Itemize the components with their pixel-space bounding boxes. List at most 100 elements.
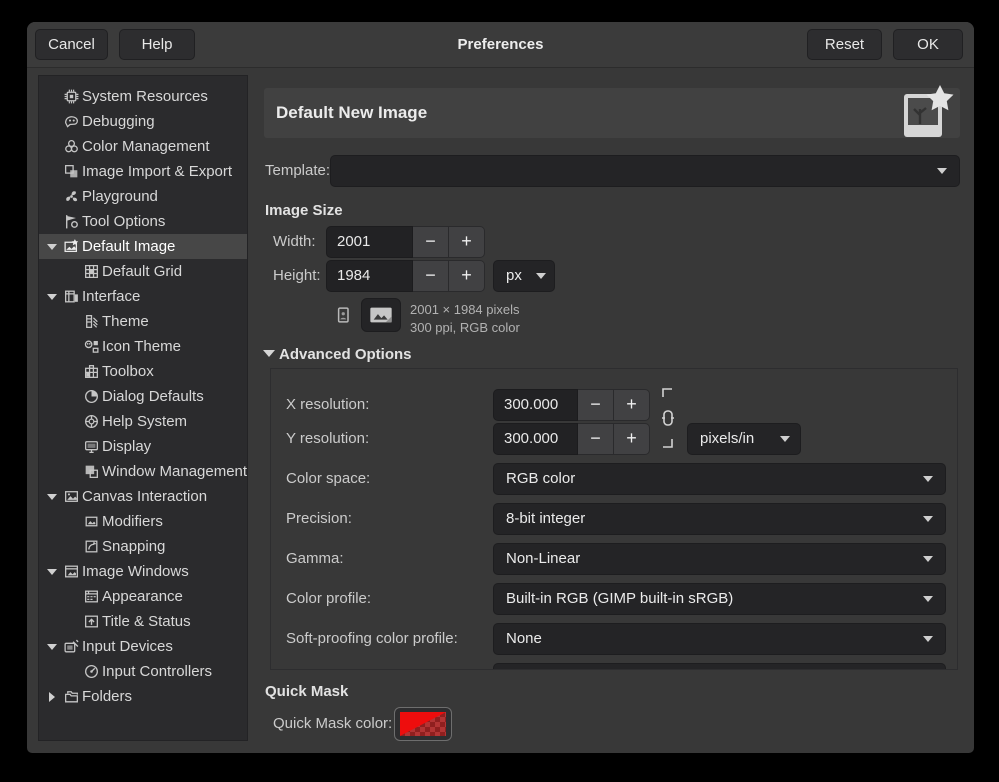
expander-right-icon[interactable] (45, 689, 63, 705)
preferences-tree: System ResourcesDebugging Color Managemen… (38, 75, 248, 741)
sidebar-item-label: Snapping (102, 538, 165, 555)
height-spinner: 1984 − + (326, 260, 485, 292)
sidebar-item-dialog-defaults[interactable]: Dialog Defaults (39, 384, 247, 409)
clipped-dropdown[interactable] (493, 663, 946, 670)
sidebar-item-debugging[interactable]: Debugging (39, 109, 247, 134)
precision-label: Precision: (286, 503, 352, 535)
sidebar-item-icon-theme[interactable]: Icon Theme (39, 334, 247, 359)
sidebar-item-system-resources[interactable]: System Resources (39, 84, 247, 109)
y-resolution-increment-button[interactable]: + (614, 423, 650, 455)
portrait-orientation-button[interactable] (327, 298, 359, 332)
display-icon (83, 438, 100, 455)
y-resolution-decrement-button[interactable]: − (578, 423, 614, 455)
sidebar-item-help-system[interactable]: Help System (39, 409, 247, 434)
expander-spacer (65, 439, 83, 455)
chevron-down-icon (923, 516, 933, 522)
sidebar-item-modifiers[interactable]: Modifiers (39, 509, 247, 534)
x-resolution-label: X resolution: (286, 389, 369, 421)
screen: { "window": { "title": "Preferences" }, … (0, 0, 999, 782)
expander-down-icon[interactable] (45, 564, 63, 580)
precision-dropdown[interactable]: 8-bit integer (493, 503, 946, 535)
y-resolution-input[interactable]: 300.000 (493, 423, 578, 455)
sidebar-item-default-grid[interactable]: Default Grid (39, 259, 247, 284)
sidebar-item-color-management[interactable]: Color Management (39, 134, 247, 159)
expander-spacer (45, 164, 63, 180)
color-profile-dropdown[interactable]: Built-in RGB (GIMP built-in sRGB) (493, 583, 946, 615)
cancel-button[interactable]: Cancel (35, 29, 108, 60)
sidebar-item-title-status[interactable]: Title & Status (39, 609, 247, 634)
resolution-chain-link-icon[interactable] (661, 387, 675, 462)
toolbox-icon (83, 363, 100, 380)
titlebar: Preferences Cancel Help Reset OK (27, 22, 974, 68)
height-decrement-button[interactable]: − (413, 260, 449, 292)
x-resolution-increment-button[interactable]: + (614, 389, 650, 421)
soft-proofing-profile-dropdown[interactable]: None (493, 623, 946, 655)
color-profile-value: Built-in RGB (GIMP built-in sRGB) (506, 584, 733, 614)
sidebar-item-snapping[interactable]: Snapping (39, 534, 247, 559)
template-dropdown[interactable] (330, 155, 960, 187)
expander-spacer (65, 364, 83, 380)
sidebar-item-image-import-export[interactable]: Image Import & Export (39, 159, 247, 184)
size-unit-dropdown[interactable]: px (493, 260, 555, 292)
expander-spacer (65, 389, 83, 405)
sidebar-item-label: Appearance (102, 588, 183, 605)
reset-button[interactable]: Reset (807, 29, 882, 60)
sidebar-item-playground[interactable]: Playground (39, 184, 247, 209)
sidebar-item-toolbox[interactable]: Toolbox (39, 359, 247, 384)
sidebar-item-label: Dialog Defaults (102, 388, 204, 405)
width-decrement-button[interactable]: − (413, 226, 449, 258)
input-devices-icon (63, 638, 80, 655)
y-resolution-label: Y resolution: (286, 423, 369, 455)
gamma-dropdown[interactable]: Non-Linear (493, 543, 946, 575)
expander-spacer (65, 464, 83, 480)
sidebar-item-label: Color Management (82, 138, 210, 155)
chevron-down-icon (923, 636, 933, 642)
x-resolution-input[interactable]: 300.000 (493, 389, 578, 421)
width-input[interactable]: 2001 (326, 226, 413, 258)
color-space-dropdown[interactable]: RGB color (493, 463, 946, 495)
chevron-down-icon (780, 436, 790, 442)
sidebar-item-input-devices[interactable]: Input Devices (39, 634, 247, 659)
expander-down-icon[interactable] (45, 289, 63, 305)
sidebar-item-label: Folders (82, 688, 132, 705)
sidebar-item-interface[interactable]: Interface (39, 284, 247, 309)
playground-icon (63, 188, 80, 205)
help-button[interactable]: Help (119, 29, 195, 60)
gamma-value: Non-Linear (506, 544, 580, 574)
expander-spacer (65, 589, 83, 605)
resolution-unit-dropdown[interactable]: pixels/in (687, 423, 801, 455)
sidebar-item-label: Toolbox (102, 363, 154, 380)
width-label: Width: (273, 226, 316, 258)
sidebar-item-default-image[interactable]: Default Image (39, 234, 247, 259)
width-spinner: 2001 − + (326, 226, 485, 258)
expander-down-icon[interactable] (45, 639, 63, 655)
height-increment-button[interactable]: + (449, 260, 485, 292)
snapping-icon (83, 538, 100, 555)
sidebar-item-canvas-interaction[interactable]: Canvas Interaction (39, 484, 247, 509)
landscape-orientation-button[interactable] (361, 298, 401, 332)
sidebar-item-window-management[interactable]: Window Management (39, 459, 247, 484)
advanced-options-expander-icon[interactable] (263, 350, 275, 357)
sidebar-item-tool-options[interactable]: Tool Options (39, 209, 247, 234)
quick-mask-color-label: Quick Mask color: (273, 708, 392, 740)
sidebar-item-image-windows[interactable]: Image Windows (39, 559, 247, 584)
width-increment-button[interactable]: + (449, 226, 485, 258)
quick-mask-color-button[interactable] (394, 707, 452, 741)
sidebar-item-input-controllers[interactable]: Input Controllers (39, 659, 247, 684)
expander-spacer (45, 139, 63, 155)
height-input[interactable]: 1984 (326, 260, 413, 292)
appearance-icon (83, 588, 100, 605)
advanced-options-heading[interactable]: Advanced Options (279, 346, 412, 363)
sidebar-item-appearance[interactable]: Appearance (39, 584, 247, 609)
sidebar-item-theme[interactable]: Theme (39, 309, 247, 334)
expander-down-icon[interactable] (45, 239, 63, 255)
sidebar-item-display[interactable]: Display (39, 434, 247, 459)
sidebar-item-folders[interactable]: Folders (39, 684, 247, 709)
x-resolution-decrement-button[interactable]: − (578, 389, 614, 421)
sidebar-item-label: Title & Status (102, 613, 191, 630)
canvas-interaction-icon (63, 488, 80, 505)
input-controllers-icon (83, 663, 100, 680)
expander-down-icon[interactable] (45, 489, 63, 505)
sidebar-item-label: Modifiers (102, 513, 163, 530)
ok-button[interactable]: OK (893, 29, 963, 60)
